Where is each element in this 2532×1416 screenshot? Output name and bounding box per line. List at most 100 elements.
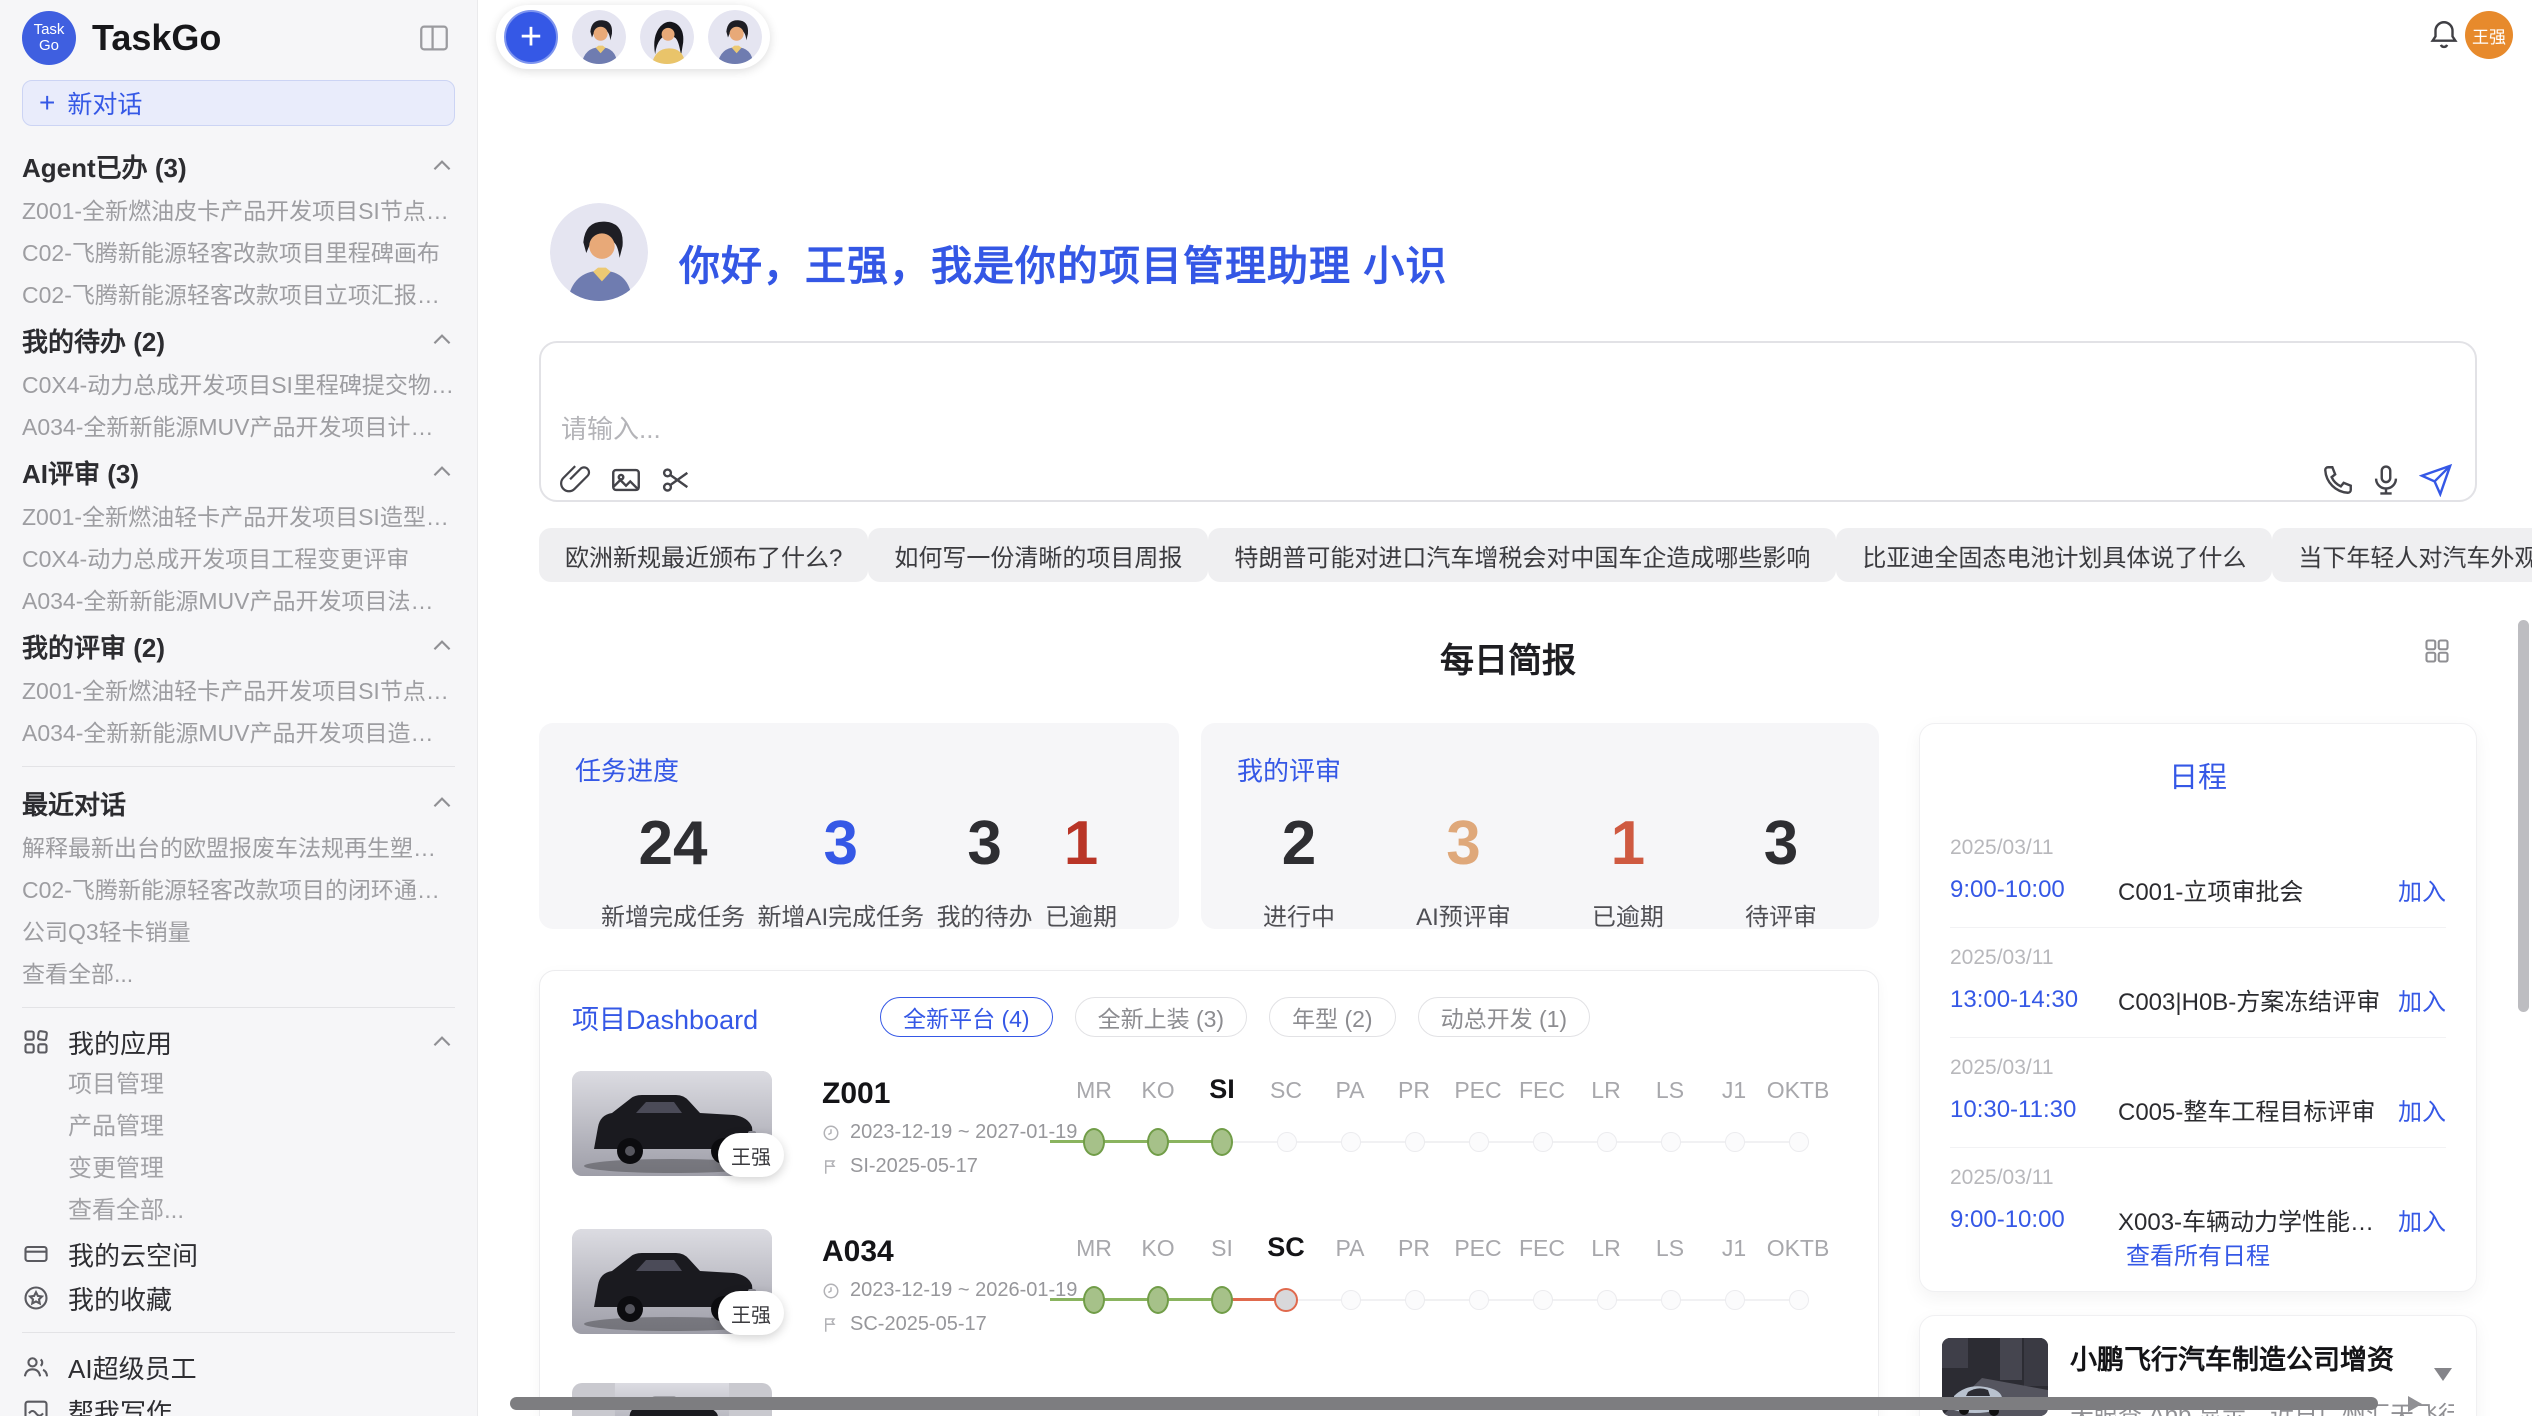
image-upload-button[interactable] — [609, 463, 643, 497]
sidebar-item[interactable]: A034-全新新能源MUV产品开发项目造型可行性评审 — [22, 712, 455, 754]
app-logo-text-top: Task — [34, 22, 65, 38]
suggestion-chip[interactable]: 比亚迪全固态电池计划具体说了什么 — [1836, 528, 2272, 582]
mic-button[interactable] — [2369, 463, 2403, 497]
plus-icon: + — [39, 87, 55, 119]
sidebar-item-favorites[interactable]: 我的收藏 — [22, 1276, 455, 1320]
tab-new-platform[interactable]: 全新平台 (4) — [880, 997, 1053, 1037]
section-header-recent-chats[interactable]: 最近对话 — [22, 779, 455, 827]
paperclip-icon — [559, 463, 593, 497]
app-link-project-mgmt[interactable]: 项目管理 — [22, 1064, 455, 1106]
favorites-icon — [22, 1284, 50, 1312]
user-avatar[interactable]: 王强 — [2465, 11, 2513, 59]
join-meeting-link[interactable]: 加入 — [2398, 982, 2446, 1017]
milestone-dot-pending — [1341, 1132, 1361, 1152]
horizontal-scrollbar-thumb[interactable] — [510, 1397, 2378, 1410]
write-helper-label: 帮我写作 — [68, 1393, 172, 1416]
conversation-avatar[interactable] — [572, 10, 626, 64]
chevron-up-icon — [429, 327, 455, 353]
bell-icon — [2427, 18, 2461, 52]
join-meeting-link[interactable]: 加入 — [2398, 1202, 2446, 1237]
section-header-my-todo[interactable]: 我的待办 (2) — [22, 316, 455, 364]
my-apps-label: 我的应用 — [68, 1024, 172, 1061]
notifications-button[interactable] — [2427, 18, 2461, 52]
attach-button[interactable] — [559, 463, 593, 497]
sidebar-item-cloud-space[interactable]: 我的云空间 — [22, 1232, 455, 1276]
sidebar-item[interactable]: C02-飞腾新能源轻客改款项目里程碑画布 — [22, 232, 455, 274]
stats-card-title: 我的评审 — [1237, 751, 1843, 788]
screenshot-button[interactable] — [659, 463, 693, 497]
daily-brief-title: 每日简报 — [1440, 642, 1576, 680]
app-link-product-mgmt[interactable]: 产品管理 — [22, 1106, 455, 1148]
sidebar-item-view-all[interactable]: 查看全部... — [22, 953, 455, 995]
milestone-dot-pending — [1725, 1132, 1745, 1152]
sidebar-header: Task Go TaskGo — [0, 0, 477, 66]
send-button[interactable] — [2419, 463, 2453, 497]
sidebar-item[interactable]: C0X4-动力总成开发项目工程变更评审 — [22, 538, 455, 580]
stat-in-progress: 2进行中 — [1263, 808, 1335, 932]
vertical-scrollbar-thumb[interactable] — [2518, 620, 2529, 1012]
section-title: AI评审 (3) — [22, 454, 139, 491]
section-header-my-review[interactable]: 我的评审 (2) — [22, 622, 455, 670]
join-meeting-link[interactable]: 加入 — [2398, 872, 2446, 907]
sidebar-item[interactable]: A034-全新新能源MUV产品开发项目法规符合性评审 — [22, 580, 455, 622]
message-input[interactable]: 请输入... — [539, 341, 2477, 502]
app-logo: Task Go — [22, 11, 76, 65]
schedule-time: 10:30-11:30 — [1950, 1096, 2118, 1124]
sidebar-item[interactable]: Z001-全新燃油轻卡产品开发项目SI节点属性5D文件评审 — [22, 670, 455, 712]
tab-model-year[interactable]: 年型 (2) — [1269, 997, 1396, 1037]
project-date-range: 2023-12-19 ~ 2027-01-19 — [850, 1121, 1077, 1144]
sidebar-item[interactable]: 公司Q3轻卡销量 — [22, 911, 455, 953]
scissors-icon — [659, 463, 693, 497]
section-header-ai-review[interactable]: AI评审 (3) — [22, 448, 455, 496]
tab-new-body[interactable]: 全新上装 (3) — [1075, 997, 1248, 1037]
new-chat-button[interactable]: + 新对话 — [22, 80, 455, 126]
stats-card-task-progress: 任务进度 24新增完成任务 3新增AI完成任务 3我的待办 1已逾期 — [539, 723, 1179, 929]
schedule-meeting-title: C005-整车工程目标评审 — [2118, 1092, 2384, 1127]
ai-staff-icon — [22, 1353, 50, 1381]
scroll-right-arrow[interactable] — [2408, 1396, 2422, 1412]
sidebar-item-my-apps[interactable]: 我的应用 — [22, 1020, 455, 1064]
app-link-change-mgmt[interactable]: 变更管理 — [22, 1148, 455, 1190]
new-conversation-button[interactable]: + — [504, 10, 558, 64]
conversation-avatar[interactable] — [708, 10, 762, 64]
milestone-track: MR KO SI SC PA PR PEC FEC LR LS J1 OKTB — [1062, 1235, 1830, 1331]
sidebar-item[interactable]: C0X4-动力总成开发项目SI里程碑提交物检查 — [22, 364, 455, 406]
schedule-meeting-title: X003-车辆动力学性能验... — [2118, 1202, 2384, 1237]
section-header-agent-done[interactable]: Agent已办 (3) — [22, 142, 455, 190]
schedule-item: 2025/03/11 10:30-11:30 C005-整车工程目标评审 加入 — [1950, 1037, 2446, 1147]
app-link-view-all[interactable]: 查看全部... — [22, 1190, 455, 1232]
suggestion-chip[interactable]: 如何写一份清晰的项目周报 — [868, 528, 1208, 582]
join-meeting-link[interactable]: 加入 — [2398, 1092, 2446, 1127]
sidebar-item[interactable]: Z001-全新燃油皮卡产品开发项目SI节点Lesson Learn报告 — [22, 190, 455, 232]
greeting-text: 你好，王强，我是你的项目管理助理 小识 — [679, 232, 1447, 292]
panel-toggle-icon — [415, 21, 453, 55]
tab-powertrain[interactable]: 动总开发 (1) — [1418, 997, 1591, 1037]
sidebar-collapse-button[interactable] — [415, 21, 453, 55]
stats-card-title: 任务进度 — [575, 751, 1143, 788]
sidebar-item[interactable]: C02-飞腾新能源轻客改款项目的闭环通告反馈情况 — [22, 869, 455, 911]
schedule-item: 2025/03/11 13:00-14:30 C003|H0B-方案冻结评审 加… — [1950, 927, 2446, 1037]
milestone-dot-done — [1211, 1128, 1233, 1156]
sidebar-item[interactable]: C02-飞腾新能源轻客改款项目立项汇报方案 — [22, 274, 455, 316]
app-root: Task Go TaskGo + 新对话 Agent已办 (3) Z001-全新… — [0, 0, 2532, 1416]
suggestion-chip[interactable]: 当下年轻人对汽车外观有怎样的喜好趋势 — [2272, 528, 2532, 582]
flag-icon — [822, 1158, 840, 1176]
sidebar-item[interactable]: 解释最新出台的欧盟报废车法规再生塑料比例被调至15%... — [22, 827, 455, 869]
sidebar-item[interactable]: A034-全新新能源MUV产品开发项目计划变更表编写 — [22, 406, 455, 448]
voice-call-button[interactable] — [2321, 463, 2355, 497]
suggestion-chip[interactable]: 特朗普可能对进口汽车增税会对中国车企造成哪些影响 — [1208, 528, 1836, 582]
milestone-dot-done — [1211, 1286, 1233, 1314]
suggestion-chip[interactable]: 欧洲新规最近颁布了什么? — [539, 528, 868, 582]
chevron-up-icon — [429, 633, 455, 659]
layout-grid-button[interactable] — [2423, 637, 2451, 665]
sidebar-item-write-helper[interactable]: 帮我写作 — [22, 1389, 455, 1416]
chevron-up-icon — [429, 459, 455, 485]
cloud-space-icon — [22, 1240, 50, 1268]
sidebar-item[interactable]: Z001-全新燃油轻卡产品开发项目SI造型提交物评审 — [22, 496, 455, 538]
view-all-schedule-link[interactable]: 查看所有日程 — [1920, 1236, 2476, 1271]
scroll-down-arrow[interactable] — [2434, 1368, 2452, 1381]
conversation-avatar[interactable] — [640, 10, 694, 64]
milestone-dot-done — [1147, 1286, 1169, 1314]
sidebar-item-ai-staff[interactable]: AI超级员工 — [22, 1345, 455, 1389]
assistant-avatar — [550, 203, 648, 301]
